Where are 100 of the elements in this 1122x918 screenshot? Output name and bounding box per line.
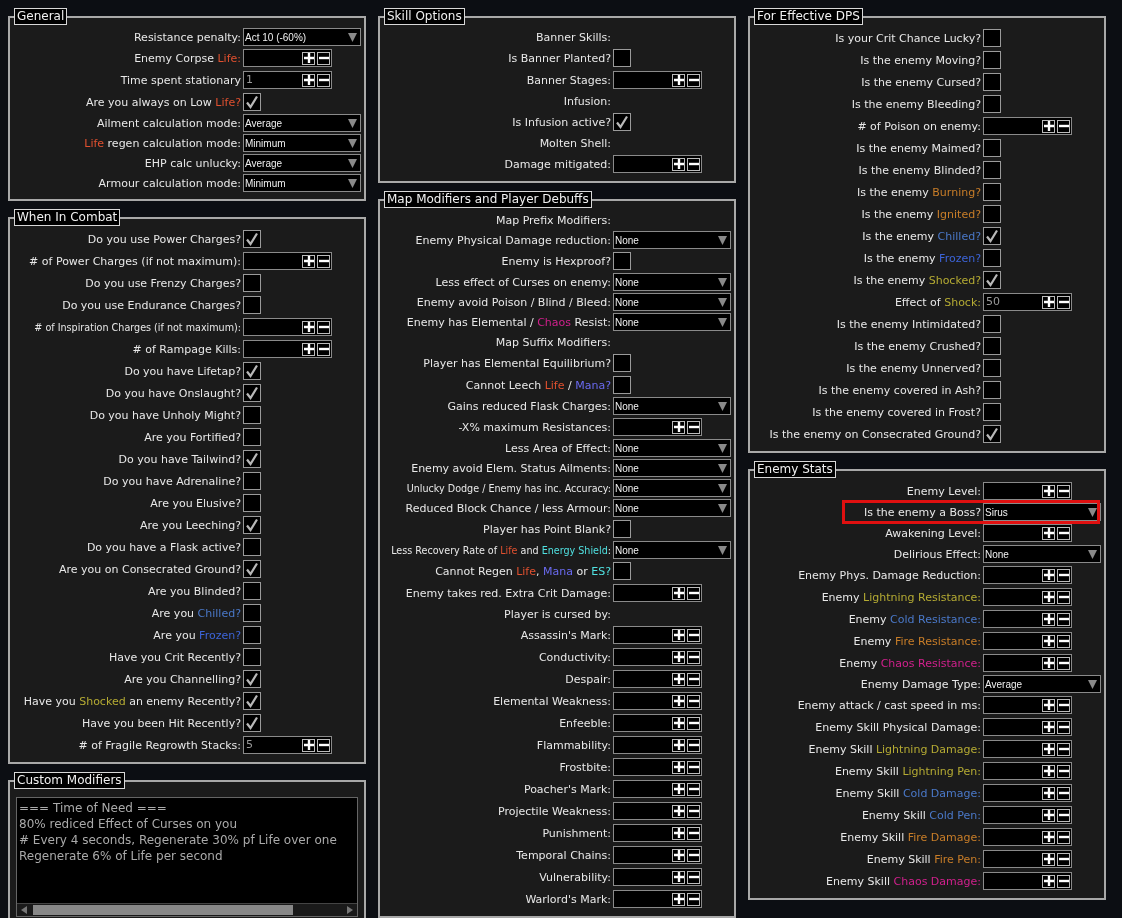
number-field[interactable]: 50 bbox=[983, 293, 1072, 311]
decrement-button[interactable] bbox=[687, 157, 700, 171]
decrement-button[interactable] bbox=[687, 870, 700, 884]
dropdown[interactable]: None bbox=[613, 397, 731, 415]
increment-button[interactable] bbox=[1042, 874, 1055, 888]
decrement-button[interactable] bbox=[1057, 484, 1070, 498]
checkbox[interactable] bbox=[243, 494, 261, 512]
dropdown[interactable]: Sirus bbox=[983, 503, 1101, 521]
number-field[interactable] bbox=[613, 626, 702, 644]
dropdown[interactable]: None bbox=[613, 459, 731, 477]
checkbox[interactable] bbox=[243, 296, 261, 314]
increment-button[interactable] bbox=[1042, 808, 1055, 822]
decrement-button[interactable] bbox=[1057, 568, 1070, 582]
decrement-button[interactable] bbox=[1057, 698, 1070, 712]
increment-button[interactable] bbox=[1042, 852, 1055, 866]
increment-button[interactable] bbox=[672, 804, 685, 818]
checkbox[interactable] bbox=[243, 428, 261, 446]
number-field[interactable] bbox=[613, 584, 702, 602]
checkbox[interactable] bbox=[243, 626, 261, 644]
decrement-button[interactable] bbox=[317, 51, 330, 65]
checkbox[interactable] bbox=[243, 714, 261, 732]
number-field[interactable] bbox=[983, 740, 1072, 758]
increment-button[interactable] bbox=[672, 848, 685, 862]
increment-button[interactable] bbox=[1042, 295, 1055, 309]
dropdown[interactable]: Minimum bbox=[243, 134, 361, 152]
number-field[interactable] bbox=[613, 890, 702, 908]
scroll-left-icon[interactable] bbox=[21, 906, 27, 914]
checkbox[interactable] bbox=[243, 560, 261, 578]
increment-button[interactable] bbox=[672, 628, 685, 642]
increment-button[interactable] bbox=[672, 586, 685, 600]
decrement-button[interactable] bbox=[1057, 612, 1070, 626]
checkbox[interactable] bbox=[243, 692, 261, 710]
number-field[interactable] bbox=[243, 49, 332, 67]
number-field[interactable] bbox=[983, 524, 1072, 542]
number-field[interactable] bbox=[613, 71, 702, 89]
checkbox[interactable] bbox=[613, 520, 631, 538]
dropdown[interactable]: None bbox=[983, 545, 1101, 563]
number-field[interactable] bbox=[983, 762, 1072, 780]
checkbox[interactable] bbox=[613, 354, 631, 372]
increment-button[interactable] bbox=[1042, 484, 1055, 498]
checkbox[interactable] bbox=[983, 183, 1001, 201]
dropdown[interactable]: Minimum bbox=[243, 174, 361, 192]
number-field[interactable] bbox=[983, 566, 1072, 584]
increment-button[interactable] bbox=[1042, 634, 1055, 648]
checkbox[interactable] bbox=[243, 538, 261, 556]
decrement-button[interactable] bbox=[1057, 786, 1070, 800]
number-field[interactable]: 1 bbox=[243, 71, 332, 89]
number-field[interactable] bbox=[983, 784, 1072, 802]
checkbox[interactable] bbox=[243, 582, 261, 600]
decrement-button[interactable] bbox=[687, 628, 700, 642]
decrement-button[interactable] bbox=[317, 738, 330, 752]
decrement-button[interactable] bbox=[1057, 808, 1070, 822]
number-field[interactable] bbox=[983, 654, 1072, 672]
increment-button[interactable] bbox=[1042, 612, 1055, 626]
decrement-button[interactable] bbox=[687, 738, 700, 752]
checkbox[interactable] bbox=[983, 271, 1001, 289]
number-field[interactable] bbox=[983, 696, 1072, 714]
decrement-button[interactable] bbox=[1057, 742, 1070, 756]
increment-button[interactable] bbox=[1042, 786, 1055, 800]
increment-button[interactable] bbox=[1042, 764, 1055, 778]
number-field[interactable] bbox=[613, 846, 702, 864]
increment-button[interactable] bbox=[1042, 720, 1055, 734]
increment-button[interactable] bbox=[672, 650, 685, 664]
decrement-button[interactable] bbox=[1057, 526, 1070, 540]
checkbox[interactable] bbox=[983, 315, 1001, 333]
number-field[interactable] bbox=[613, 418, 702, 436]
increment-button[interactable] bbox=[672, 672, 685, 686]
checkbox[interactable] bbox=[983, 95, 1001, 113]
number-field[interactable] bbox=[983, 850, 1072, 868]
checkbox[interactable] bbox=[613, 49, 631, 67]
increment-button[interactable] bbox=[1042, 698, 1055, 712]
decrement-button[interactable] bbox=[687, 650, 700, 664]
checkbox[interactable] bbox=[983, 139, 1001, 157]
increment-button[interactable] bbox=[1042, 656, 1055, 670]
number-field[interactable] bbox=[613, 155, 702, 173]
checkbox[interactable] bbox=[983, 73, 1001, 91]
checkbox[interactable] bbox=[613, 113, 631, 131]
number-field[interactable] bbox=[613, 824, 702, 842]
checkbox[interactable] bbox=[613, 252, 631, 270]
increment-button[interactable] bbox=[672, 892, 685, 906]
checkbox[interactable] bbox=[983, 161, 1001, 179]
dropdown[interactable]: Act 10 (-60%) bbox=[243, 28, 361, 46]
number-field[interactable] bbox=[613, 648, 702, 666]
decrement-button[interactable] bbox=[687, 782, 700, 796]
number-field[interactable] bbox=[613, 780, 702, 798]
number-field[interactable] bbox=[243, 252, 332, 270]
dropdown[interactable]: None bbox=[613, 231, 731, 249]
dropdown[interactable]: None bbox=[613, 439, 731, 457]
checkbox[interactable] bbox=[983, 359, 1001, 377]
number-field[interactable] bbox=[983, 117, 1072, 135]
number-field[interactable] bbox=[983, 632, 1072, 650]
checkbox[interactable] bbox=[243, 670, 261, 688]
checkbox[interactable] bbox=[243, 648, 261, 666]
number-field[interactable] bbox=[983, 610, 1072, 628]
decrement-button[interactable] bbox=[1057, 295, 1070, 309]
checkbox[interactable] bbox=[243, 604, 261, 622]
number-field[interactable] bbox=[243, 318, 332, 336]
number-field[interactable] bbox=[613, 758, 702, 776]
increment-button[interactable] bbox=[1042, 119, 1055, 133]
dropdown[interactable]: Average bbox=[243, 114, 361, 132]
